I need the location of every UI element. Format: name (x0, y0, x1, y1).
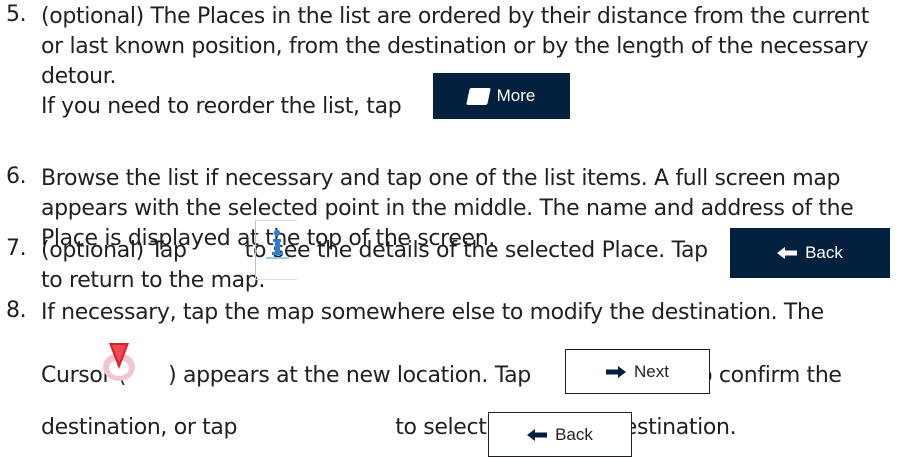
text-fragment: destination, or tap (41, 415, 238, 440)
step-number: 5. (6, 2, 27, 27)
step-number: 6. (6, 164, 27, 189)
map-cursor-icon (103, 343, 135, 381)
more-icon (465, 87, 491, 105)
text-fragment: to confirm the (690, 363, 842, 388)
arrow-left-icon (777, 247, 798, 259)
back-button-label: Back (555, 424, 593, 444)
info-button[interactable] (255, 220, 297, 280)
step-number: 7. (6, 236, 27, 261)
text-line: destination, or tapto select a different… (41, 413, 902, 443)
back-button[interactable]: Back (488, 412, 632, 457)
back-button[interactable]: Back (730, 228, 890, 278)
text-fragment: ) appears at the new location. Tap (168, 363, 531, 388)
text-fragment: (optional) Tap (41, 238, 187, 263)
step-number: 8. (6, 298, 27, 323)
more-button-label: More (496, 86, 536, 105)
info-icon (266, 229, 289, 259)
manual-page: 5. (optional) The Places in the list are… (0, 0, 902, 457)
text-line: Cursor () appears at the new location. T… (41, 328, 902, 424)
text-line: appears with the selected point in the m… (41, 196, 854, 221)
arrow-left-icon (527, 428, 548, 441)
text-fragment: to see the details of the selected Place… (244, 238, 708, 263)
step-text: destination, or tapto select a different… (41, 413, 902, 443)
next-button[interactable]: Next (565, 349, 710, 394)
text-fragment: If you need to reorder the list, tap (41, 94, 402, 119)
next-button-label: Next (634, 361, 669, 381)
text-line: If necessary, tap the map somewhere else… (41, 300, 824, 325)
text-line: (optional) The Places in the list are or… (41, 4, 869, 29)
more-button[interactable]: More (433, 73, 570, 119)
arrow-right-icon (606, 365, 627, 378)
text-line: Browse the list if necessary and tap one… (41, 166, 841, 191)
text-line: or last known position, from the destina… (41, 34, 869, 59)
back-button-label: Back (805, 243, 843, 262)
step-text: If necessary, tap the map somewhere else… (41, 298, 902, 424)
